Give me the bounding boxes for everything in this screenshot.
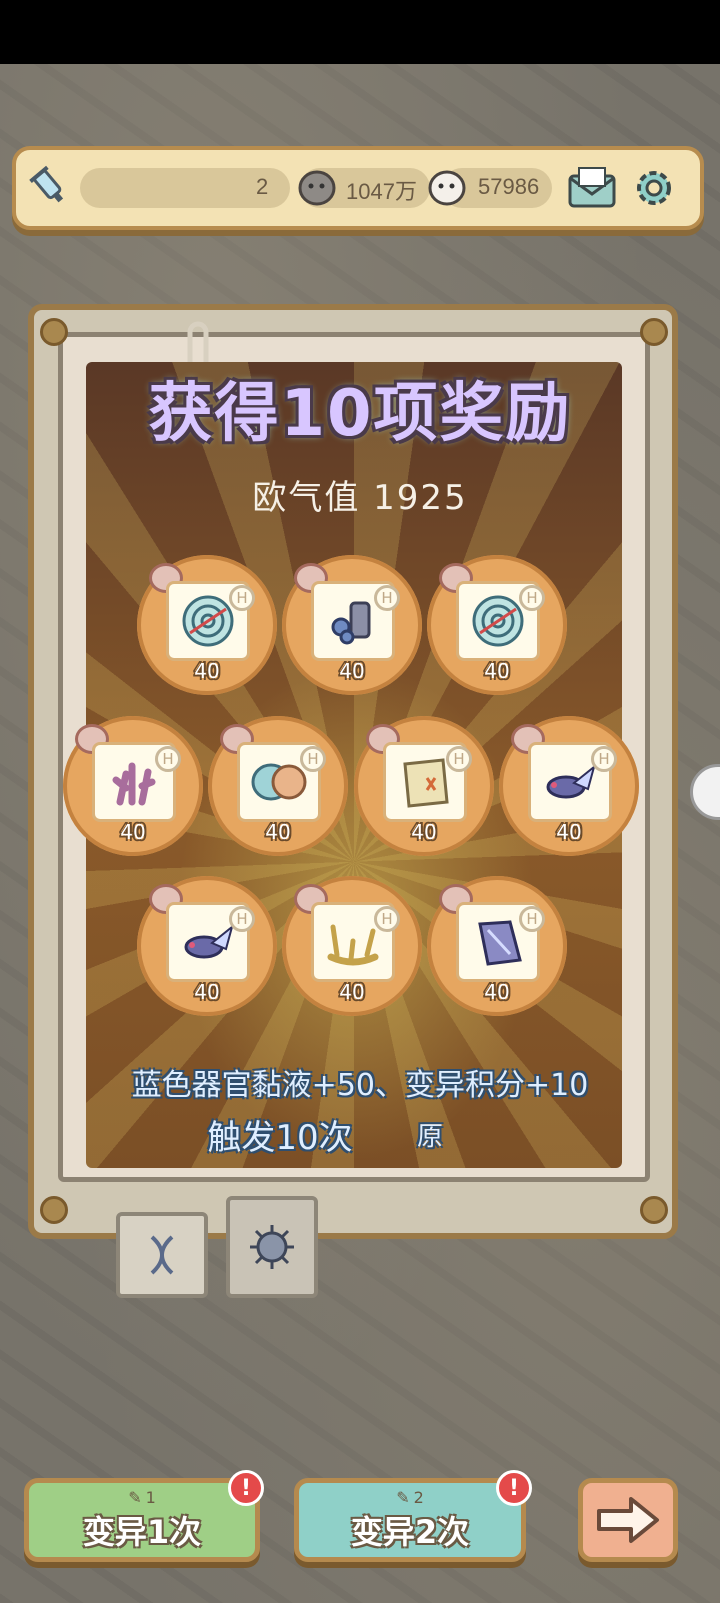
hybrid-badge-icon: H [300,746,326,772]
alert-badge: ! [228,1470,264,1506]
reward-item[interactable]: H 40 [427,876,567,1016]
reward-count: 40 [484,659,510,683]
reward-item[interactable]: H 40 [354,716,494,856]
arrow-right-icon [597,1497,659,1543]
reward-count: 40 [484,980,510,1004]
syringe-icon: ✎ [396,1487,410,1507]
hybrid-badge-icon: H [591,746,617,772]
tab-virus[interactable] [226,1196,318,1298]
mutate-once-button[interactable]: ✎ 1 变异1次 [24,1478,260,1562]
reward-count: 40 [120,820,146,844]
reward-item[interactable]: H 40 [282,876,422,1016]
hybrid-badge-icon: H [374,585,400,611]
reward-count: 40 [556,820,582,844]
coins-value: 1047万 [346,179,417,204]
tab-dna[interactable] [116,1212,208,1298]
trigger-suffix: 原 [416,1122,443,1152]
hybrid-badge-icon: H [519,906,545,932]
dna-icon [150,1235,174,1275]
syringe-icon: ✎ [128,1487,142,1507]
frame-bolt [40,1196,68,1224]
status-bar [0,0,720,64]
items-count: 2 [256,174,269,199]
reward-item[interactable]: H 40 [137,876,277,1016]
luck-value: 欧气值 1925 [252,478,468,518]
mutate-once-label: 变异1次 [82,1512,202,1551]
reward-summary: 蓝色器官黏液+50、变异积分+10 [131,1068,589,1103]
mutate-once-cost: 1 [145,1487,156,1507]
frame-bolt [640,1196,668,1224]
reward-item[interactable]: H 40 [282,555,422,695]
mutate-twice-cost: 2 [413,1487,424,1507]
reward-title: 获得10项奖励 [148,377,572,451]
frame-bolt [40,318,68,346]
reward-count: 40 [339,659,365,683]
gear-icon[interactable] [626,160,682,216]
next-button[interactable] [578,1478,678,1562]
hybrid-badge-icon: H [446,746,472,772]
mutate-twice-button[interactable]: ✎ 2 变异2次 [294,1478,526,1562]
hybrid-badge-icon: H [229,585,255,611]
white-egg-icon [422,162,472,212]
mail-icon[interactable] [564,160,620,216]
hybrid-badge-icon: H [519,585,545,611]
syringe-icon[interactable] [24,160,76,212]
virus-icon [250,1225,294,1269]
hybrid-badge-icon: H [229,906,255,932]
hybrid-badge-icon: H [374,906,400,932]
reward-item[interactable]: H 40 [208,716,348,856]
grey-egg-icon [292,162,342,212]
reward-item[interactable]: H 40 [427,555,567,695]
reward-item[interactable]: H 40 [137,555,277,695]
mutate-twice-label: 变异2次 [350,1512,470,1551]
gems-value: 57986 [478,174,540,199]
reward-count: 40 [411,820,437,844]
reward-count: 40 [265,820,291,844]
reward-item[interactable]: H 40 [63,716,203,856]
resource-bar: 2 1047万 57986 [12,146,704,230]
alert-badge: ! [496,1470,532,1506]
reward-item[interactable]: H 40 [499,716,639,856]
hybrid-badge-icon: H [155,746,181,772]
reward-count: 40 [194,980,220,1004]
reward-count: 40 [339,980,365,1004]
frame-bolt [640,318,668,346]
reward-count: 40 [194,659,220,683]
